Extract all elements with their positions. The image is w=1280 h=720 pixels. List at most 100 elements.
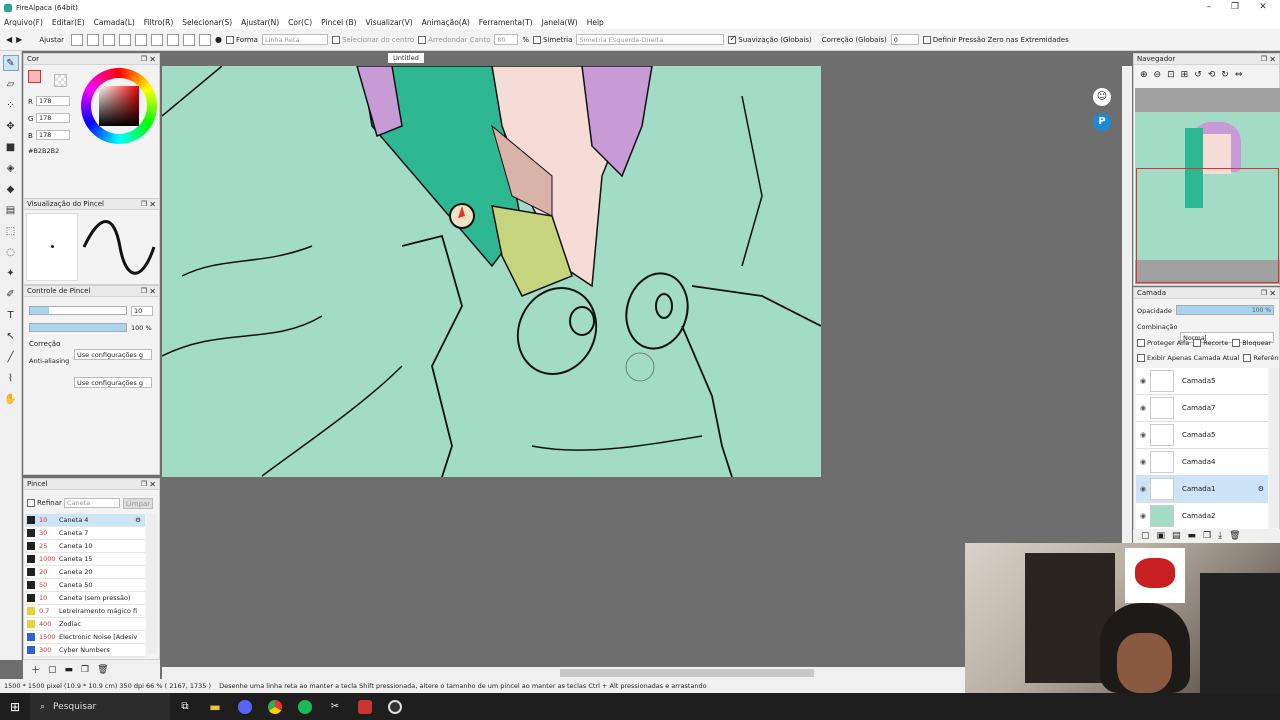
clip-checkbox[interactable] — [1193, 339, 1202, 347]
pressao-checkbox[interactable] — [922, 35, 931, 44]
panel-close-icon[interactable]: ✕ — [149, 54, 156, 65]
firealpaca-taskbar-icon[interactable] — [350, 693, 380, 720]
layer-settings-icon[interactable]: ⚙ — [1258, 485, 1264, 493]
r-input[interactable]: 178 — [36, 96, 70, 106]
bucket-tool-icon[interactable]: ◈ — [3, 160, 19, 176]
delete-brush-icon[interactable]: 🗑 — [97, 665, 108, 675]
rotate-left-icon[interactable]: ↺ — [1194, 70, 1202, 80]
navigator-viewport[interactable] — [1136, 168, 1279, 283]
snap-circle-icon[interactable] — [151, 33, 164, 46]
menu-help[interactable]: Help — [587, 18, 604, 27]
menu-ferramenta[interactable]: Ferramenta(T) — [479, 18, 533, 27]
text-tool-icon[interactable]: T — [3, 307, 19, 323]
new-8bit-layer-icon[interactable]: ▣ — [1157, 531, 1166, 541]
minimize-button[interactable]: – — [1196, 0, 1222, 15]
snap-perspective-icon[interactable] — [183, 33, 196, 46]
snap-grid-icon[interactable] — [87, 33, 100, 46]
layer-row[interactable]: ◉ Camada5 — [1136, 368, 1268, 395]
limpar-button[interactable]: Limpar — [123, 498, 153, 509]
menu-animacao[interactable]: Animação(A) — [422, 18, 470, 27]
maximize-button[interactable]: ❐ — [1222, 0, 1248, 15]
menu-janela[interactable]: Janela(W) — [542, 18, 578, 27]
merge-down-icon[interactable]: ⤓ — [1218, 531, 1222, 541]
eraser-tool-icon[interactable]: ▱ — [3, 76, 19, 92]
lock-checkbox[interactable] — [1232, 339, 1241, 347]
color-wheel[interactable] — [81, 68, 157, 144]
reference-checkbox[interactable] — [1243, 354, 1252, 362]
arredondar-input[interactable]: 80 — [494, 34, 519, 45]
new-layer-icon[interactable]: ▢ — [1141, 531, 1150, 541]
correcao-select[interactable]: Use configurações g — [74, 349, 152, 360]
saturation-value-square[interactable] — [99, 86, 139, 126]
brush-size-input[interactable]: 10 — [131, 306, 153, 316]
layer-row[interactable]: ◉ Camada4 — [1136, 449, 1268, 476]
select-rect-tool-icon[interactable]: ⬚ — [3, 223, 19, 239]
arredondar-checkbox[interactable] — [418, 35, 427, 44]
layer-visibility-icon[interactable]: ◉ — [1136, 377, 1150, 385]
brush-size-slider[interactable] — [29, 306, 127, 315]
delete-layer-icon[interactable]: 🗑 — [1229, 531, 1240, 541]
flip-icon[interactable]: ⇔ — [1235, 70, 1243, 80]
brush-item[interactable]: 25 Caneta 10 — [25, 540, 145, 553]
zoom-in-icon[interactable]: ⊕ — [1140, 70, 1148, 80]
antialias-select[interactable]: Use configurações g — [74, 377, 152, 388]
brush-item[interactable]: 1000 Caneta 15 — [25, 553, 145, 566]
operation-tool-icon[interactable]: ↖ — [3, 328, 19, 344]
panel-detach-icon[interactable]: ❐ — [141, 286, 147, 297]
select-pen-tool-icon[interactable]: ✐ — [3, 286, 19, 302]
snap-dot-icon[interactable]: ● — [215, 35, 222, 44]
selecionar-centro-checkbox[interactable] — [331, 35, 340, 44]
panel-close-icon[interactable]: ✕ — [149, 479, 156, 490]
panel-close-icon[interactable]: ✕ — [1269, 54, 1276, 65]
menu-filtro[interactable]: Filtro(R) — [144, 18, 173, 27]
panel-close-icon[interactable]: ✕ — [149, 199, 156, 210]
layer-opacity-slider[interactable]: 100 % — [1176, 305, 1274, 315]
brush-opacity-slider[interactable] — [29, 323, 127, 332]
b-input[interactable]: 178 — [36, 130, 70, 140]
eyedropper-tool-icon[interactable]: ⌇ — [3, 370, 19, 386]
new-folder-icon[interactable]: ▬ — [1188, 531, 1197, 541]
forma-select[interactable]: Linha Reta — [261, 34, 328, 45]
menu-visualizar[interactable]: Visualizar(V) — [366, 18, 413, 27]
brush-item[interactable]: 300 Cyber Numbers — [25, 644, 145, 657]
simetria-select[interactable]: Simetria Esquerda-Direita — [576, 34, 725, 45]
brush-item[interactable]: 10 Caneta 4 ⚙ — [25, 514, 145, 527]
rotate-right-icon[interactable]: ↻ — [1221, 70, 1229, 80]
forma-checkbox[interactable] — [226, 35, 235, 44]
next-arrow-icon[interactable]: ▶ — [16, 35, 22, 44]
snap-cross-icon[interactable] — [103, 33, 116, 46]
prev-arrow-icon[interactable]: ◀ — [6, 35, 12, 44]
brush-item[interactable]: 10 Caneta (sem pressão) — [25, 592, 145, 605]
secondary-color-swatch[interactable] — [54, 74, 67, 87]
move-tool-icon[interactable]: ✥ — [3, 118, 19, 134]
layer-row[interactable]: ◉ Camada2 — [1136, 503, 1268, 530]
brush-item[interactable]: 0.7 Letreiramento mágico fi — [25, 605, 145, 618]
menu-editar[interactable]: Editar(E) — [52, 18, 85, 27]
zoom-out-icon[interactable]: ⊖ — [1154, 70, 1162, 80]
protect-alpha-checkbox[interactable] — [1137, 339, 1145, 347]
add-brush-icon[interactable]: ＋ — [31, 663, 40, 676]
obs-icon[interactable] — [380, 693, 410, 720]
layer-visibility-icon[interactable]: ◉ — [1136, 485, 1150, 493]
menu-arquivo[interactable]: Arquivo(F) — [4, 18, 43, 27]
brush-list-scrollbar[interactable] — [147, 514, 157, 654]
brush-item[interactable]: 50 Caneta 50 — [25, 579, 145, 592]
suavizacao-checkbox[interactable] — [728, 34, 737, 44]
menu-cor[interactable]: Cor(C) — [288, 18, 312, 27]
lasso-tool-icon[interactable]: ◌ — [3, 244, 19, 260]
actual-size-icon[interactable]: ⊞ — [1181, 70, 1189, 80]
new-1bit-layer-icon[interactable]: ▤ — [1172, 531, 1181, 541]
brush-item[interactable]: 1500 Electronic Noise [Adesiv — [25, 631, 145, 644]
document-tab[interactable]: Untitled — [388, 53, 424, 63]
primary-color-swatch[interactable] — [28, 70, 41, 83]
file-explorer-icon[interactable]: ▬ — [200, 693, 230, 720]
artwork-canvas[interactable] — [162, 66, 821, 477]
rotate-reset-icon[interactable]: ⟲ — [1208, 70, 1216, 80]
show-current-checkbox[interactable] — [1137, 354, 1145, 362]
dot-tool-icon[interactable]: ⁘ — [3, 97, 19, 113]
divide-tool-icon[interactable]: ╱ — [3, 349, 19, 365]
layer-list-scrollbar[interactable] — [1269, 368, 1279, 528]
brush-item[interactable]: 400 Zodíac — [25, 618, 145, 631]
layer-visibility-icon[interactable]: ◉ — [1136, 512, 1150, 520]
brush-item[interactable]: 30 Caneta 7 — [25, 527, 145, 540]
